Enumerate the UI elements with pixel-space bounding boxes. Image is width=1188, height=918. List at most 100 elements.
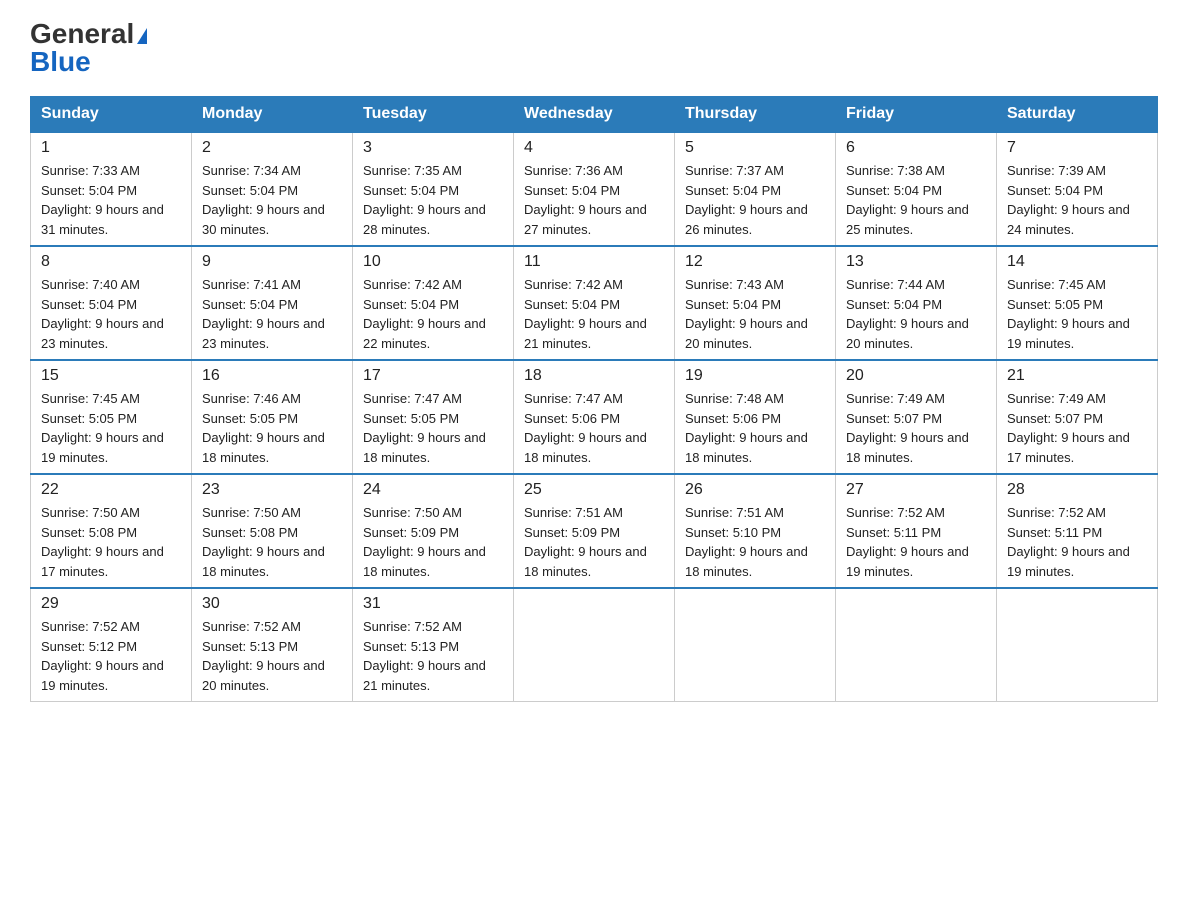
day-info: Sunrise: 7:52 AMSunset: 5:13 PMDaylight:…: [363, 617, 503, 695]
calendar-cell: 8 Sunrise: 7:40 AMSunset: 5:04 PMDaylight…: [31, 246, 192, 360]
day-info: Sunrise: 7:44 AMSunset: 5:04 PMDaylight:…: [846, 275, 986, 353]
day-info: Sunrise: 7:49 AMSunset: 5:07 PMDaylight:…: [1007, 389, 1147, 467]
calendar-cell: 12 Sunrise: 7:43 AMSunset: 5:04 PMDayligh…: [675, 246, 836, 360]
calendar-week-row: 15 Sunrise: 7:45 AMSunset: 5:05 PMDayligh…: [31, 360, 1158, 474]
calendar-cell: [675, 588, 836, 702]
calendar-cell: 14Sunrise: 7:45 AMSunset: 5:05 PMDayligh…: [997, 246, 1158, 360]
page-header: General Blue: [30, 20, 1158, 76]
calendar-week-row: 8 Sunrise: 7:40 AMSunset: 5:04 PMDaylight…: [31, 246, 1158, 360]
calendar-cell: [997, 588, 1158, 702]
calendar-cell: 31 Sunrise: 7:52 AMSunset: 5:13 PMDayligh…: [353, 588, 514, 702]
column-header-monday: Monday: [192, 97, 353, 133]
calendar-week-row: 29 Sunrise: 7:52 AMSunset: 5:12 PMDayligh…: [31, 588, 1158, 702]
day-number: 22: [41, 481, 181, 499]
day-number: 19: [685, 367, 825, 385]
day-number: 3: [363, 139, 503, 157]
calendar-cell: 13Sunrise: 7:44 AMSunset: 5:04 PMDayligh…: [836, 246, 997, 360]
calendar-cell: 11Sunrise: 7:42 AMSunset: 5:04 PMDayligh…: [514, 246, 675, 360]
day-number: 27: [846, 481, 986, 499]
calendar-cell: 17 Sunrise: 7:47 AMSunset: 5:05 PMDayligh…: [353, 360, 514, 474]
day-info: Sunrise: 7:36 AMSunset: 5:04 PMDaylight:…: [524, 161, 664, 239]
day-number: 4: [524, 139, 664, 157]
calendar-cell: 4 Sunrise: 7:36 AMSunset: 5:04 PMDaylight…: [514, 132, 675, 246]
calendar-cell: 26 Sunrise: 7:51 AMSunset: 5:10 PMDayligh…: [675, 474, 836, 588]
calendar-header-row: SundayMondayTuesdayWednesdayThursdayFrid…: [31, 97, 1158, 133]
day-info: Sunrise: 7:45 AMSunset: 5:05 PMDaylight:…: [41, 389, 181, 467]
calendar-cell: 6Sunrise: 7:38 AMSunset: 5:04 PMDaylight…: [836, 132, 997, 246]
day-number: 23: [202, 481, 342, 499]
day-number: 1: [41, 139, 181, 157]
day-number: 7: [1007, 139, 1147, 157]
day-info: Sunrise: 7:35 AMSunset: 5:04 PMDaylight:…: [363, 161, 503, 239]
day-number: 12: [685, 253, 825, 271]
logo: General Blue: [30, 20, 147, 76]
calendar-cell: 24Sunrise: 7:50 AMSunset: 5:09 PMDayligh…: [353, 474, 514, 588]
day-number: 15: [41, 367, 181, 385]
day-info: Sunrise: 7:51 AMSunset: 5:10 PMDaylight:…: [685, 503, 825, 581]
calendar-cell: [836, 588, 997, 702]
calendar-cell: 23Sunrise: 7:50 AMSunset: 5:08 PMDayligh…: [192, 474, 353, 588]
column-header-wednesday: Wednesday: [514, 97, 675, 133]
day-info: Sunrise: 7:50 AMSunset: 5:08 PMDaylight:…: [41, 503, 181, 581]
day-number: 28: [1007, 481, 1147, 499]
day-number: 10: [363, 253, 503, 271]
calendar-cell: 16Sunrise: 7:46 AMSunset: 5:05 PMDayligh…: [192, 360, 353, 474]
day-number: 29: [41, 595, 181, 613]
calendar-cell: 18 Sunrise: 7:47 AMSunset: 5:06 PMDayligh…: [514, 360, 675, 474]
calendar-cell: 9Sunrise: 7:41 AMSunset: 5:04 PMDaylight…: [192, 246, 353, 360]
calendar-cell: 10 Sunrise: 7:42 AMSunset: 5:04 PMDayligh…: [353, 246, 514, 360]
day-number: 8: [41, 253, 181, 271]
day-info: Sunrise: 7:33 AMSunset: 5:04 PMDaylight:…: [41, 161, 181, 239]
day-number: 24: [363, 481, 503, 499]
day-info: Sunrise: 7:52 AMSunset: 5:11 PMDaylight:…: [1007, 503, 1147, 581]
day-number: 11: [524, 253, 664, 271]
calendar-cell: 15 Sunrise: 7:45 AMSunset: 5:05 PMDayligh…: [31, 360, 192, 474]
day-info: Sunrise: 7:39 AMSunset: 5:04 PMDaylight:…: [1007, 161, 1147, 239]
column-header-tuesday: Tuesday: [353, 97, 514, 133]
calendar-cell: 28 Sunrise: 7:52 AMSunset: 5:11 PMDayligh…: [997, 474, 1158, 588]
day-number: 5: [685, 139, 825, 157]
day-info: Sunrise: 7:41 AMSunset: 5:04 PMDaylight:…: [202, 275, 342, 353]
column-header-sunday: Sunday: [31, 97, 192, 133]
day-info: Sunrise: 7:48 AMSunset: 5:06 PMDaylight:…: [685, 389, 825, 467]
day-number: 20: [846, 367, 986, 385]
day-info: Sunrise: 7:47 AMSunset: 5:05 PMDaylight:…: [363, 389, 503, 467]
day-number: 17: [363, 367, 503, 385]
calendar-cell: 3 Sunrise: 7:35 AMSunset: 5:04 PMDaylight…: [353, 132, 514, 246]
day-info: Sunrise: 7:40 AMSunset: 5:04 PMDaylight:…: [41, 275, 181, 353]
calendar-cell: 20 Sunrise: 7:49 AMSunset: 5:07 PMDayligh…: [836, 360, 997, 474]
day-info: Sunrise: 7:42 AMSunset: 5:04 PMDaylight:…: [363, 275, 503, 353]
calendar-cell: 7 Sunrise: 7:39 AMSunset: 5:04 PMDaylight…: [997, 132, 1158, 246]
calendar-cell: [514, 588, 675, 702]
calendar-table: SundayMondayTuesdayWednesdayThursdayFrid…: [30, 96, 1158, 702]
day-info: Sunrise: 7:46 AMSunset: 5:05 PMDaylight:…: [202, 389, 342, 467]
calendar-cell: 2 Sunrise: 7:34 AMSunset: 5:04 PMDaylight…: [192, 132, 353, 246]
calendar-cell: 29 Sunrise: 7:52 AMSunset: 5:12 PMDayligh…: [31, 588, 192, 702]
day-info: Sunrise: 7:45 AMSunset: 5:05 PMDaylight:…: [1007, 275, 1147, 353]
day-number: 2: [202, 139, 342, 157]
day-number: 26: [685, 481, 825, 499]
day-number: 18: [524, 367, 664, 385]
day-info: Sunrise: 7:47 AMSunset: 5:06 PMDaylight:…: [524, 389, 664, 467]
day-number: 31: [363, 595, 503, 613]
logo-triangle-icon: [137, 28, 147, 44]
calendar-cell: 1 Sunrise: 7:33 AMSunset: 5:04 PMDaylight…: [31, 132, 192, 246]
calendar-cell: 22 Sunrise: 7:50 AMSunset: 5:08 PMDayligh…: [31, 474, 192, 588]
day-info: Sunrise: 7:43 AMSunset: 5:04 PMDaylight:…: [685, 275, 825, 353]
calendar-cell: 30Sunrise: 7:52 AMSunset: 5:13 PMDayligh…: [192, 588, 353, 702]
day-info: Sunrise: 7:34 AMSunset: 5:04 PMDaylight:…: [202, 161, 342, 239]
day-info: Sunrise: 7:52 AMSunset: 5:12 PMDaylight:…: [41, 617, 181, 695]
day-number: 25: [524, 481, 664, 499]
column-header-friday: Friday: [836, 97, 997, 133]
calendar-cell: 21Sunrise: 7:49 AMSunset: 5:07 PMDayligh…: [997, 360, 1158, 474]
day-info: Sunrise: 7:38 AMSunset: 5:04 PMDaylight:…: [846, 161, 986, 239]
day-info: Sunrise: 7:49 AMSunset: 5:07 PMDaylight:…: [846, 389, 986, 467]
calendar-week-row: 1 Sunrise: 7:33 AMSunset: 5:04 PMDaylight…: [31, 132, 1158, 246]
day-info: Sunrise: 7:37 AMSunset: 5:04 PMDaylight:…: [685, 161, 825, 239]
logo-general-text: General: [30, 20, 134, 48]
calendar-week-row: 22 Sunrise: 7:50 AMSunset: 5:08 PMDayligh…: [31, 474, 1158, 588]
calendar-cell: 25Sunrise: 7:51 AMSunset: 5:09 PMDayligh…: [514, 474, 675, 588]
calendar-cell: 19 Sunrise: 7:48 AMSunset: 5:06 PMDayligh…: [675, 360, 836, 474]
day-info: Sunrise: 7:52 AMSunset: 5:13 PMDaylight:…: [202, 617, 342, 695]
calendar-cell: 5 Sunrise: 7:37 AMSunset: 5:04 PMDaylight…: [675, 132, 836, 246]
